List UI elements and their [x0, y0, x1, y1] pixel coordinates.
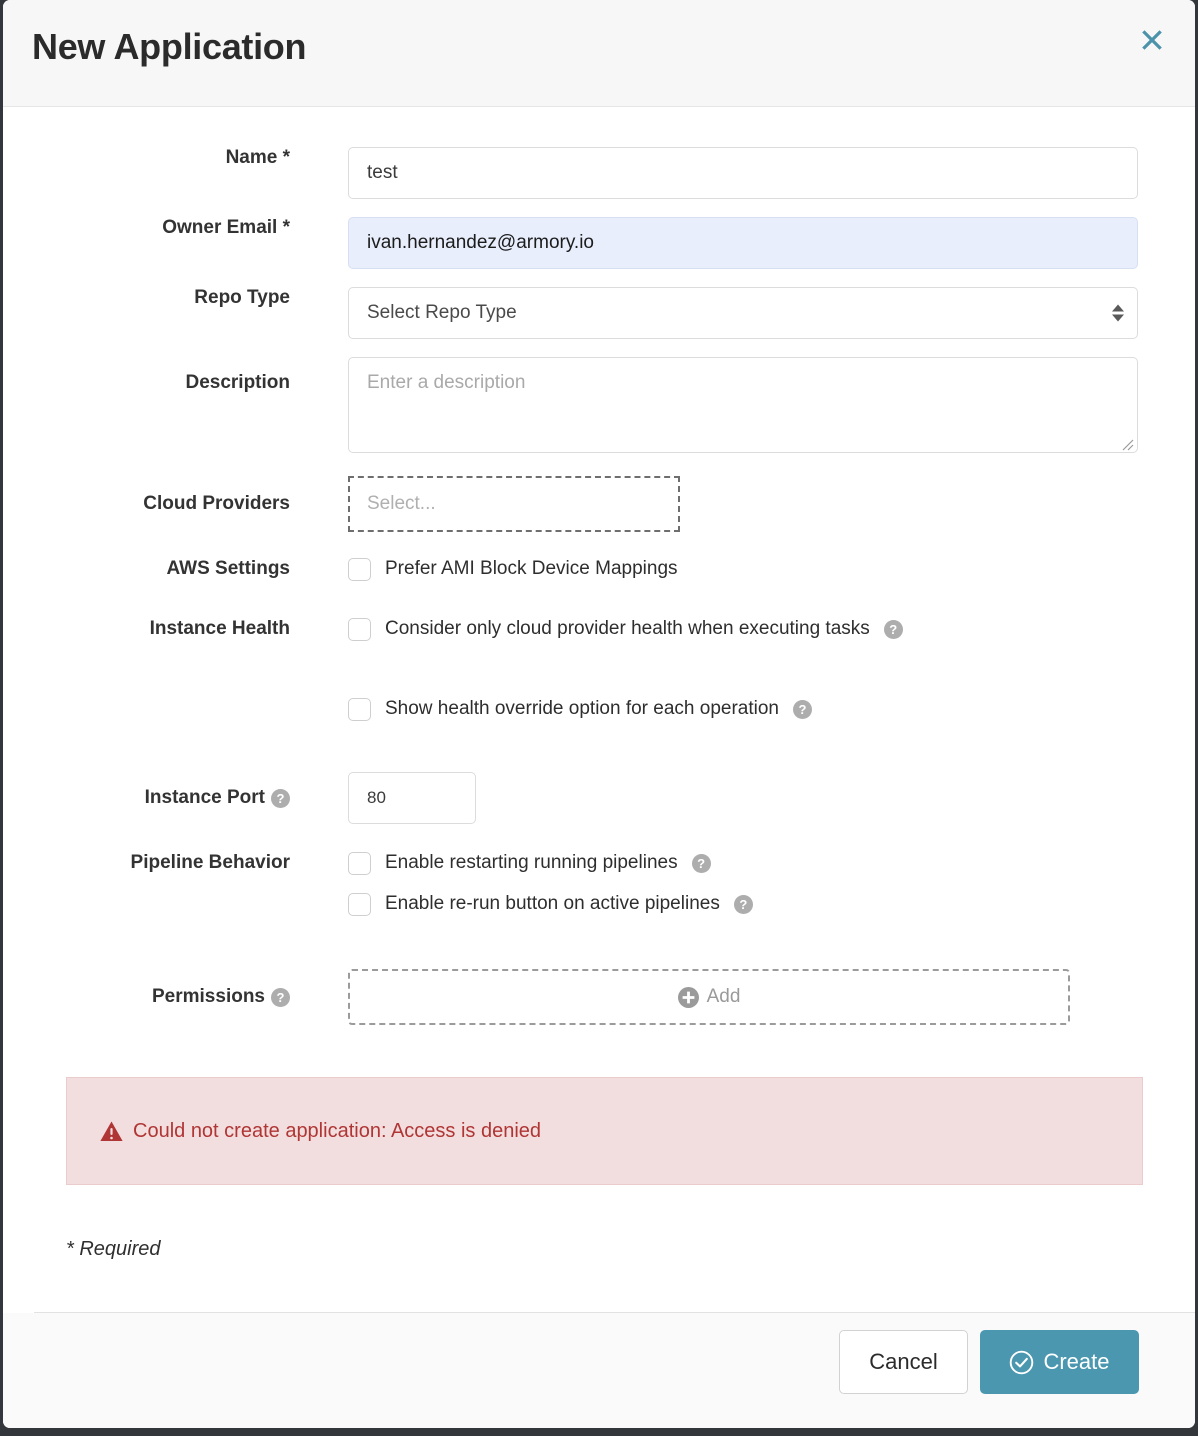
field-row-repo-type: Repo Type Select Repo Type — [3, 287, 1195, 339]
cloud-providers-select[interactable]: Select... — [348, 476, 680, 532]
modal-footer: Cancel Create — [3, 1313, 1195, 1428]
help-icon[interactable]: ? — [271, 988, 290, 1007]
instance-port-label: Instance Port — [145, 787, 265, 810]
error-alert-message: Could not create application: Access is … — [133, 1120, 541, 1143]
repo-type-label: Repo Type — [3, 287, 290, 310]
description-textarea[interactable] — [348, 357, 1138, 453]
page-title: New Application — [32, 26, 306, 68]
help-icon[interactable]: ? — [884, 620, 903, 639]
close-icon[interactable] — [1135, 23, 1169, 57]
aws-prefer-ami-label: Prefer AMI Block Device Mappings — [385, 558, 678, 580]
instance-health-label: Instance Health — [3, 612, 290, 646]
field-row-instance-port: Instance Port ? — [3, 772, 1195, 824]
instance-health-cloud-provider-label: Consider only cloud provider health when… — [385, 618, 870, 640]
pipeline-rerun-row: Enable re-run button on active pipelines… — [348, 887, 1195, 921]
field-row-pipeline-behavior: Pipeline Behavior Enable restarting runn… — [3, 846, 1195, 921]
create-button[interactable]: Create — [980, 1330, 1139, 1394]
field-row-owner-email: Owner Email * — [3, 217, 1195, 269]
aws-prefer-ami-checkbox[interactable] — [348, 558, 371, 581]
instance-health-override-row: Show health override option for each ope… — [348, 692, 1195, 726]
plus-circle-icon — [678, 987, 699, 1008]
permissions-add-button[interactable]: Add — [348, 969, 1070, 1025]
create-button-label: Create — [1043, 1349, 1109, 1375]
pipeline-rerun-label: Enable re-run button on active pipelines — [385, 893, 720, 915]
pipeline-restart-checkbox[interactable] — [348, 852, 371, 875]
permissions-add-label: Add — [707, 986, 741, 1008]
field-row-permissions: Permissions ? Add — [3, 969, 1195, 1025]
help-icon[interactable]: ? — [793, 700, 812, 719]
permissions-label: Permissions — [152, 986, 265, 1009]
modal-body: Name * Owner Email * Repo Type Select Re… — [3, 107, 1195, 1313]
cloud-providers-label: Cloud Providers — [3, 476, 290, 532]
cancel-button[interactable]: Cancel — [839, 1330, 968, 1394]
cancel-button-label: Cancel — [869, 1349, 937, 1375]
required-note: * Required — [66, 1238, 1195, 1261]
pipeline-rerun-checkbox[interactable] — [348, 893, 371, 916]
owner-email-input[interactable] — [348, 217, 1138, 269]
instance-health-override-label: Show health override option for each ope… — [385, 698, 779, 720]
pipeline-behavior-label: Pipeline Behavior — [3, 846, 290, 880]
field-row-instance-health-override: Show health override option for each ope… — [3, 692, 1195, 726]
description-label: Description — [3, 357, 290, 409]
aws-prefer-ami-row: Prefer AMI Block Device Mappings — [348, 552, 1195, 586]
new-application-modal: New Application Name * Owner Email * Rep… — [3, 0, 1195, 1428]
error-alert: Could not create application: Access is … — [66, 1077, 1143, 1185]
name-label: Name * — [3, 147, 290, 170]
pipeline-restart-label: Enable restarting running pipelines — [385, 852, 678, 874]
footer-divider — [34, 1312, 1195, 1313]
cloud-providers-placeholder: Select... — [367, 493, 436, 515]
modal-header: New Application — [3, 0, 1195, 107]
field-row-instance-health: Instance Health Consider only cloud prov… — [3, 612, 1195, 646]
field-row-cloud-providers: Cloud Providers Select... — [3, 476, 1195, 532]
repo-type-selected-value: Select Repo Type — [367, 302, 517, 324]
field-row-name: Name * — [3, 147, 1195, 199]
help-icon[interactable]: ? — [734, 895, 753, 914]
help-icon[interactable]: ? — [692, 854, 711, 873]
aws-settings-label: AWS Settings — [3, 552, 290, 586]
owner-email-label: Owner Email * — [3, 217, 290, 240]
instance-health-override-checkbox[interactable] — [348, 698, 371, 721]
instance-health-spacer-label — [3, 692, 290, 726]
pipeline-restart-row: Enable restarting running pipelines ? — [348, 846, 1195, 880]
field-row-description: Description — [3, 357, 1195, 458]
warning-triangle-icon — [100, 1121, 123, 1142]
name-input[interactable] — [348, 147, 1138, 199]
help-icon[interactable]: ? — [271, 789, 290, 808]
instance-health-option-row: Consider only cloud provider health when… — [348, 612, 1195, 646]
instance-port-input[interactable] — [348, 772, 476, 824]
check-circle-icon — [1009, 1350, 1034, 1375]
repo-type-select[interactable]: Select Repo Type — [348, 287, 1138, 339]
field-row-aws-settings: AWS Settings Prefer AMI Block Device Map… — [3, 552, 1195, 586]
instance-health-cloud-provider-checkbox[interactable] — [348, 618, 371, 641]
